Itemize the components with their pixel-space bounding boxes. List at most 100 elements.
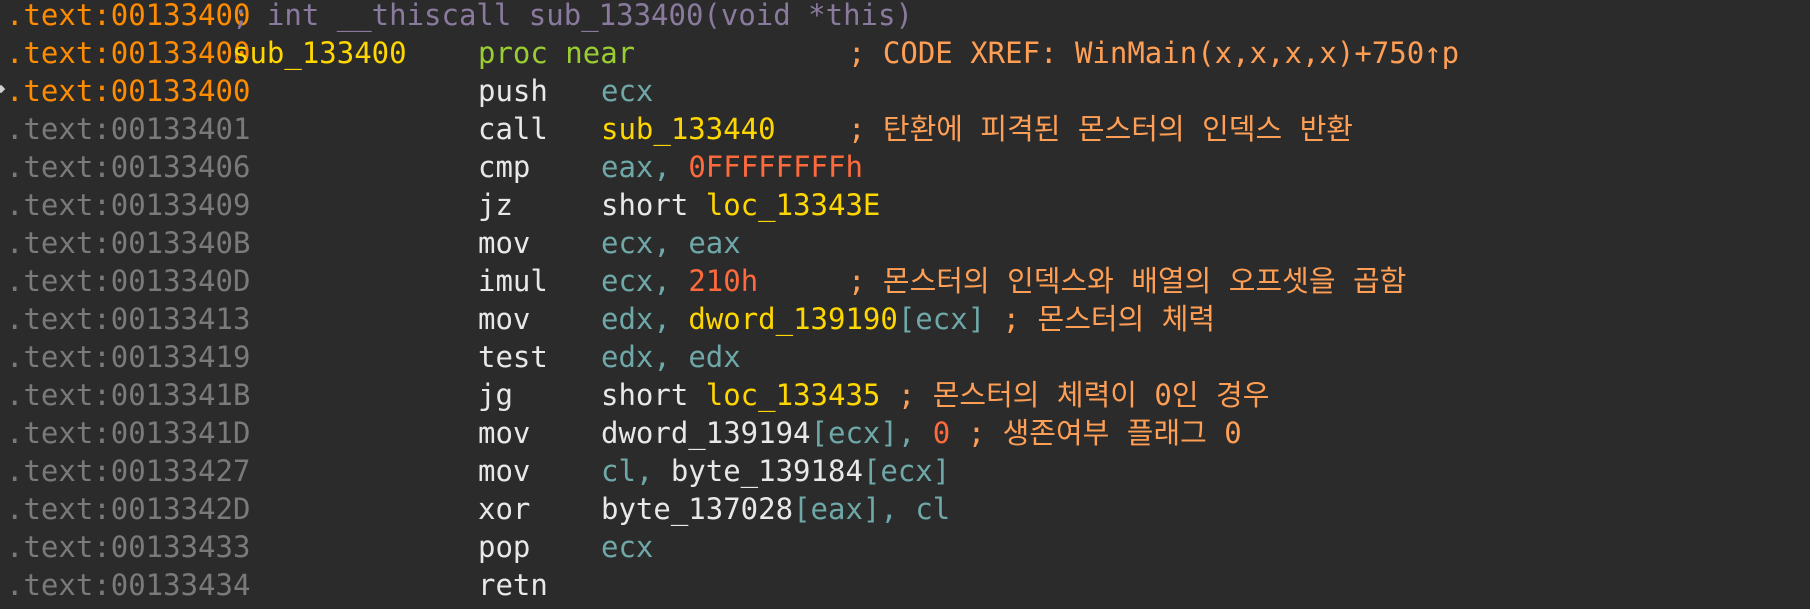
address[interactable]: .text:0013341B — [6, 380, 250, 410]
separator: , — [653, 302, 689, 336]
register[interactable]: ecx — [601, 530, 653, 564]
operands: byte_137028[eax], cl — [601, 494, 950, 524]
listing-line[interactable]: .text:00133409 jz short loc_13343E — [0, 190, 1810, 228]
listing-line[interactable]: .text:00133434 retn — [0, 570, 1810, 608]
operands: ecx, 210h — [601, 266, 758, 296]
address[interactable]: .text:00133406 — [6, 152, 250, 182]
address[interactable]: .text:00133419 — [6, 342, 250, 372]
listing-line[interactable]: .text:0013342D xor byte_137028[eax], cl — [0, 494, 1810, 532]
memory-symbol[interactable]: byte_139184 — [671, 454, 863, 488]
bracket-open: [ — [793, 492, 811, 526]
register[interactable]: cl — [601, 454, 636, 488]
address[interactable]: .text:0013340B — [6, 228, 250, 258]
listing-line[interactable]: .text:00133427 mov cl, byte_139184[ecx] — [0, 456, 1810, 494]
register[interactable]: ecx — [915, 302, 967, 336]
memory-symbol[interactable]: dword_139194 — [601, 416, 811, 450]
operands: sub_133440 — [601, 114, 776, 144]
disassembly-listing: .text:00133400 ; int __thiscall sub_1334… — [0, 0, 1810, 609]
operands: edx, dword_139190[ecx] ; 몬스터의 체력 — [601, 304, 1215, 334]
bracket-open: [ — [862, 454, 881, 488]
listing-line[interactable]: .text:0013341D mov dword_139194[ecx], 0 … — [0, 418, 1810, 456]
mnemonic: pop — [478, 530, 531, 564]
jump-target[interactable]: loc_133435 — [706, 378, 881, 412]
bracket-open: [ — [897, 302, 916, 336]
mnemonic: jz — [478, 188, 513, 222]
address[interactable]: .text:00133400 — [6, 0, 250, 30]
listing-line[interactable]: .text:0013341B jg short loc_133435 ; 몬스터… — [0, 380, 1810, 418]
address[interactable]: .text:00133433 — [6, 532, 250, 562]
separator: , — [635, 454, 671, 488]
register[interactable]: cl — [915, 492, 950, 526]
jump-modifier: short — [601, 378, 706, 412]
operands: dword_139194[ecx], 0 ; 생존여부 플래그 0 — [601, 418, 1242, 448]
address[interactable]: .text:00133400 — [6, 76, 250, 106]
mnemonic: imul — [478, 264, 548, 298]
register[interactable]: eax — [688, 226, 740, 260]
mnemonic: test — [478, 340, 548, 374]
separator: , — [653, 340, 689, 374]
address[interactable]: .text:00133401 — [6, 114, 250, 144]
listing-line[interactable]: .text:00133400 push ecx — [0, 76, 1810, 114]
comment: ; 몬스터의 인덱스와 배열의 오프셋을 곱함 — [848, 264, 1407, 298]
function-label[interactable]: sub_133400 — [232, 38, 407, 68]
address[interactable]: .text:00133413 — [6, 304, 250, 334]
address[interactable]: .text:00133400 — [6, 38, 250, 68]
bracket-close: ] — [880, 416, 898, 450]
register[interactable]: ecx — [601, 226, 653, 260]
register[interactable]: ecx — [601, 74, 653, 108]
listing-line[interactable]: .text:0013340D imul ecx, 210h ; 몬스터의 인덱스… — [0, 266, 1810, 304]
bracket-close: ] — [967, 302, 986, 336]
proc-keyword: proc near — [478, 36, 636, 70]
bracket-close: ] — [862, 492, 881, 526]
register[interactable]: edx — [688, 340, 740, 374]
bracket-close: ] — [932, 454, 951, 488]
call-target[interactable]: sub_133440 — [601, 112, 776, 146]
operands: ecx — [601, 76, 653, 106]
address[interactable]: .text:0013340D — [6, 266, 250, 296]
mnemonic: xor — [478, 492, 531, 526]
listing-line-header[interactable]: .text:00133400 ; int __thiscall sub_1334… — [0, 0, 1810, 38]
separator: , — [880, 492, 916, 526]
address[interactable]: .text:0013342D — [6, 494, 250, 524]
listing-line[interactable]: .text:00133433 pop ecx — [0, 532, 1810, 570]
mnemonic: mov — [478, 416, 531, 450]
listing-line[interactable]: .text:00133419 test edx, edx — [0, 342, 1810, 380]
current-line-marker-icon — [0, 84, 6, 94]
register[interactable]: ecx — [880, 454, 932, 488]
operands: ecx — [601, 532, 653, 562]
comment: ; 생존여부 플래그 0 — [950, 416, 1242, 450]
mnemonic: cmp — [478, 150, 531, 184]
listing-line[interactable]: .text:00133406 cmp eax, 0FFFFFFFFh — [0, 152, 1810, 190]
register[interactable]: edx — [601, 302, 653, 336]
operands: short loc_13343E — [601, 190, 880, 220]
mnemonic: mov — [478, 302, 531, 336]
listing-line[interactable]: .text:00133401 call sub_133440 ; 탄환에 피격된… — [0, 114, 1810, 152]
address[interactable]: .text:00133427 — [6, 456, 250, 486]
memory-symbol[interactable]: dword_139190 — [688, 302, 898, 336]
operands: eax, 0FFFFFFFFh — [601, 152, 863, 182]
comment: ; 몬스터의 체력이 0인 경우 — [880, 378, 1270, 412]
mnemonic: mov — [478, 226, 531, 260]
address[interactable]: .text:00133409 — [6, 190, 250, 220]
separator: , — [653, 264, 689, 298]
separator: , — [653, 226, 689, 260]
comment: ; 탄환에 피격된 몬스터의 인덱스 반환 — [848, 112, 1353, 146]
immediate-value: 210h — [688, 264, 759, 298]
xref-comment[interactable]: ; CODE XREF: WinMain(x,x,x,x)+750↑p — [848, 38, 1459, 68]
address[interactable]: .text:0013341D — [6, 418, 250, 448]
register[interactable]: eax — [811, 492, 863, 526]
register[interactable]: ecx — [828, 416, 880, 450]
listing-line-proc[interactable]: .text:00133400 sub_133400 proc near ; CO… — [0, 38, 1810, 76]
register[interactable]: edx — [601, 340, 653, 374]
register[interactable]: ecx — [601, 264, 653, 298]
operands: cl, byte_139184[ecx] — [601, 456, 950, 486]
memory-symbol[interactable]: byte_137028 — [601, 492, 793, 526]
address[interactable]: .text:00133434 — [6, 570, 250, 600]
listing-line[interactable]: .text:00133413 mov edx, dword_139190[ecx… — [0, 304, 1810, 342]
jump-target[interactable]: loc_13343E — [706, 188, 881, 222]
listing-line[interactable]: .text:0013340B mov ecx, eax — [0, 228, 1810, 266]
operands: edx, edx — [601, 342, 741, 372]
mnemonic: push — [478, 74, 548, 108]
register[interactable]: eax — [601, 150, 653, 184]
immediate-value: 0 — [932, 416, 951, 450]
